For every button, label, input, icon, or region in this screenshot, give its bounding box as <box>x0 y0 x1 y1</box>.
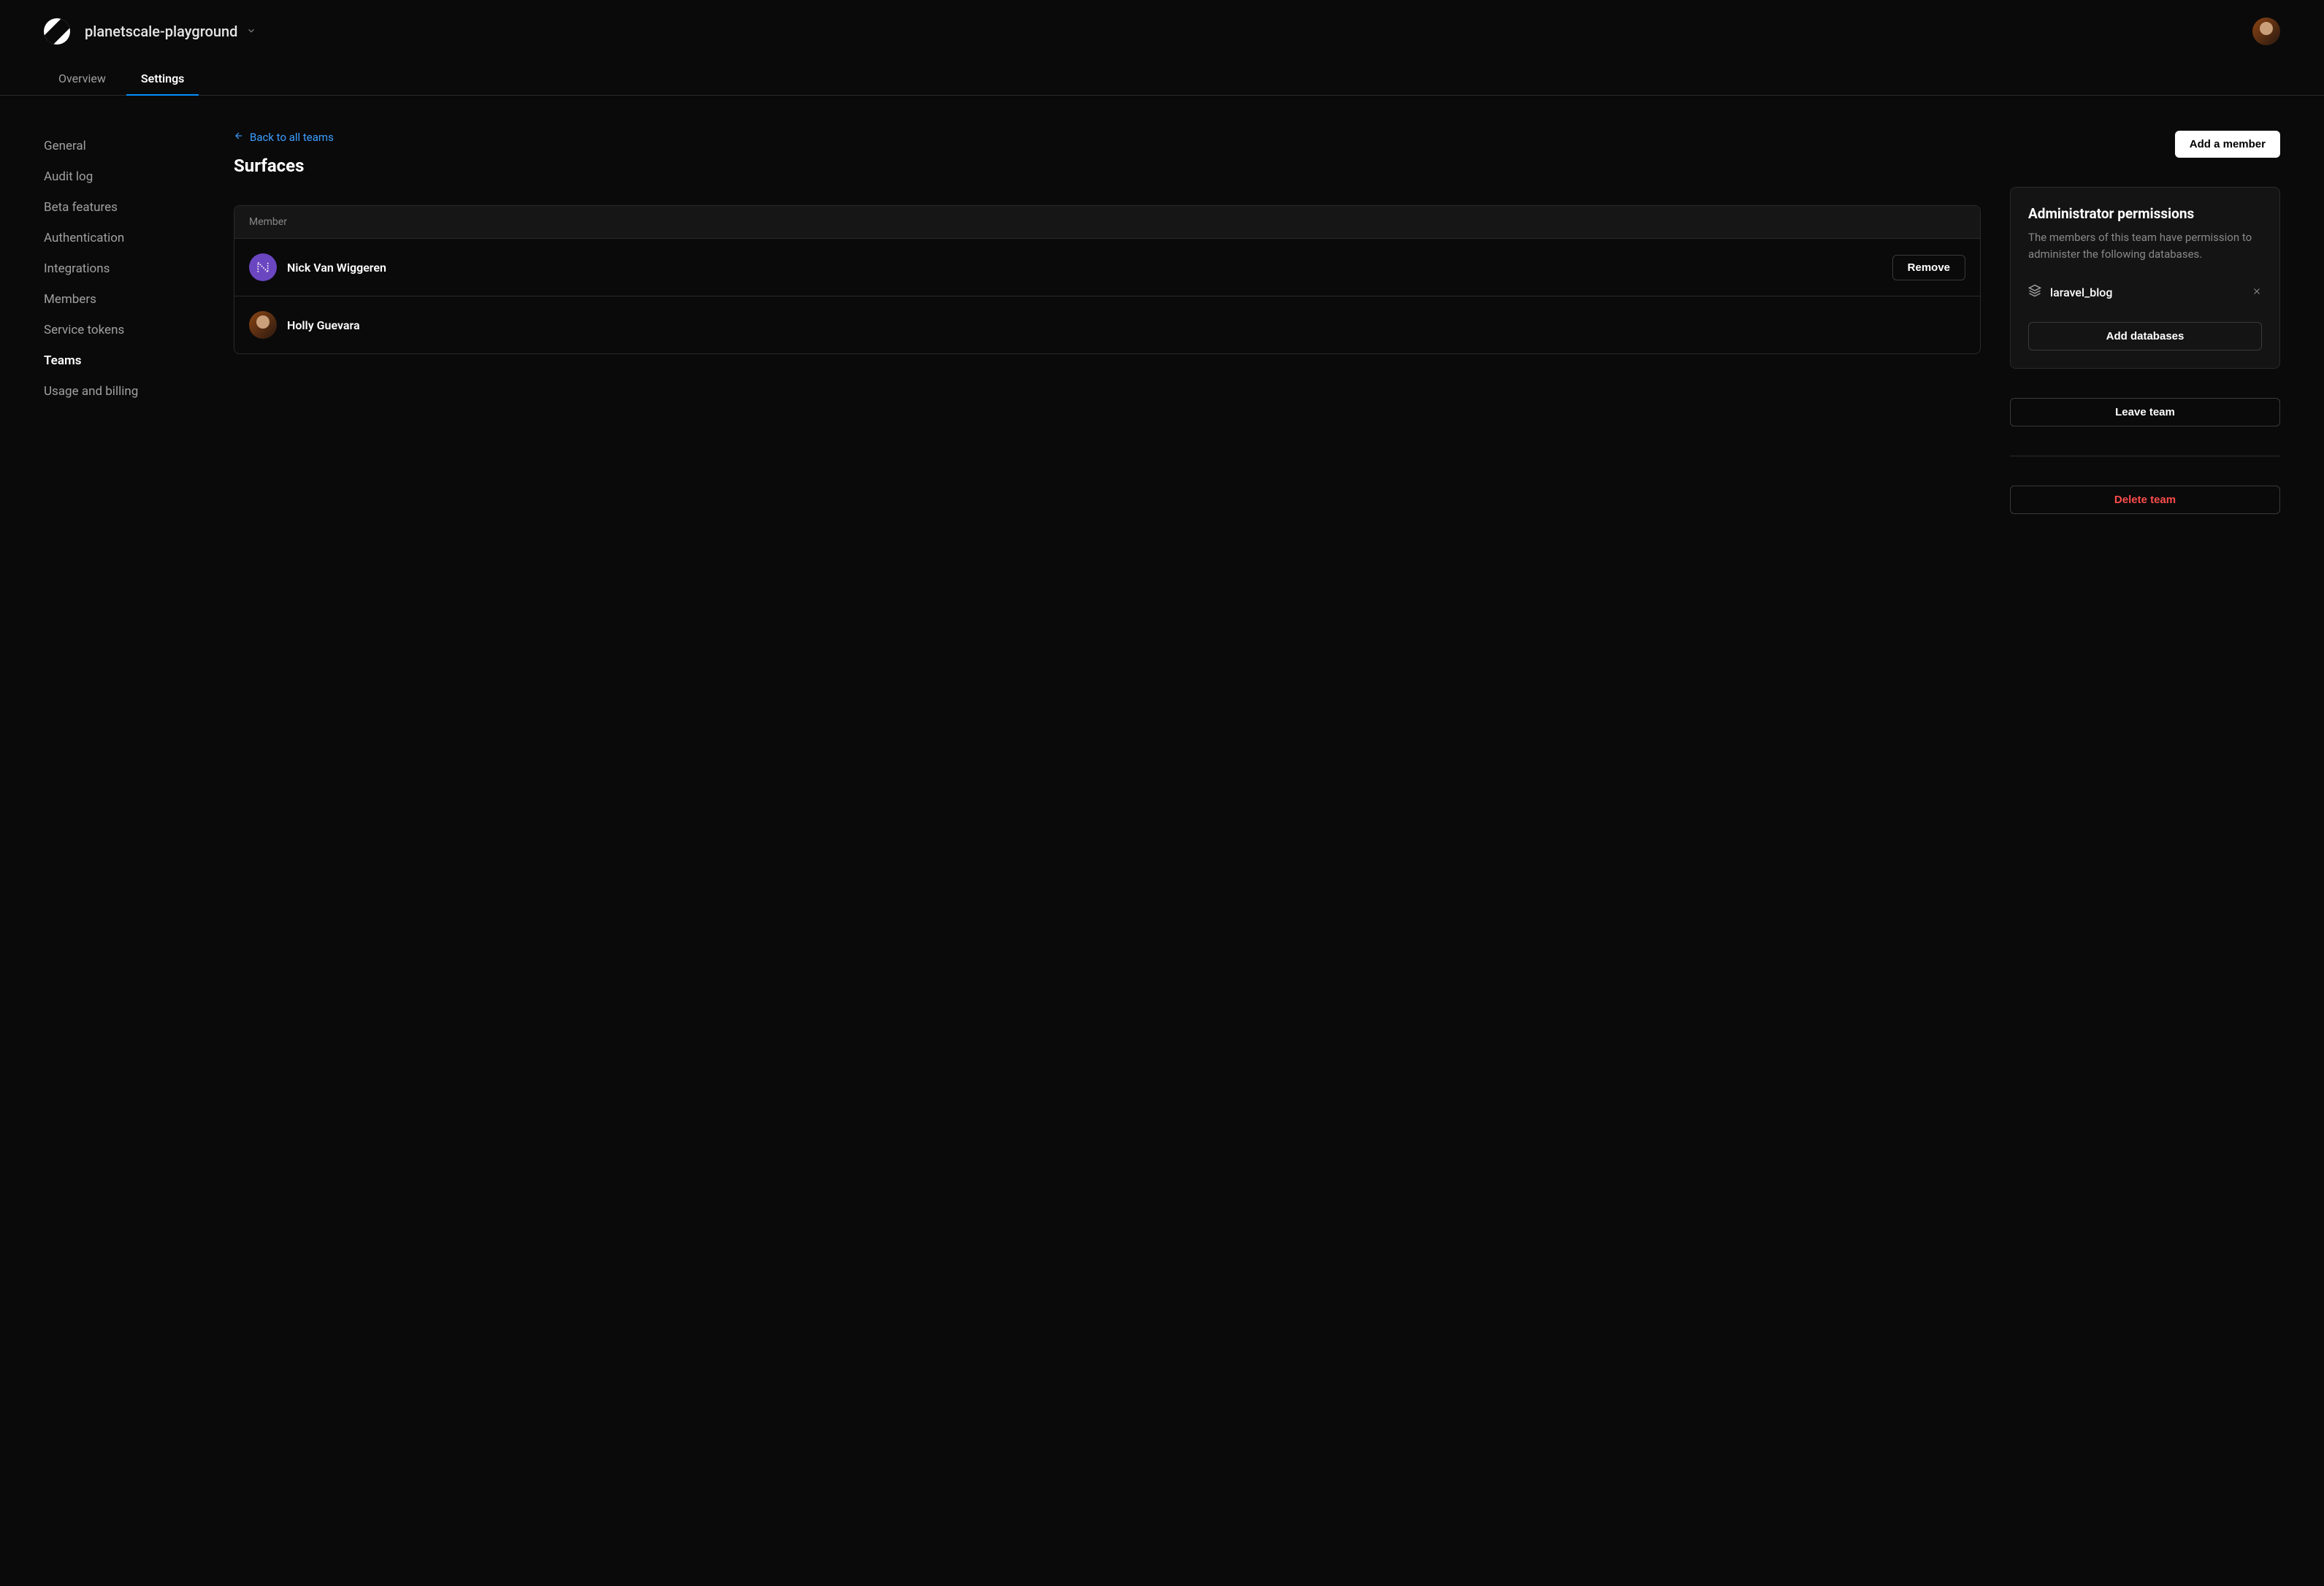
members-table-header: Member <box>234 206 1980 238</box>
sidebar-item-audit-log[interactable]: Audit log <box>44 161 190 192</box>
sidebar-item-teams[interactable]: Teams <box>44 345 190 376</box>
member-name: Holly Guevara <box>287 318 360 332</box>
sidebar-item-service-tokens[interactable]: Service tokens <box>44 315 190 345</box>
add-member-button[interactable]: Add a member <box>2175 131 2280 158</box>
back-link-label: Back to all teams <box>250 131 334 144</box>
remove-member-button[interactable]: Remove <box>1892 255 1965 280</box>
sidebar-item-usage-billing[interactable]: Usage and billing <box>44 376 190 407</box>
sidebar-item-authentication[interactable]: Authentication <box>44 223 190 253</box>
workspace-name: planetscale-playground <box>85 23 237 40</box>
database-item: laravel_blog <box>2028 280 2262 304</box>
back-to-teams-link[interactable]: Back to all teams <box>234 131 1981 144</box>
page-title: Surfaces <box>234 156 304 176</box>
main-tabs: Overview Settings <box>0 45 2324 96</box>
sidebar-item-beta-features[interactable]: Beta features <box>44 192 190 223</box>
member-row: Nick Van Wiggeren Remove <box>234 238 1980 296</box>
tab-overview[interactable]: Overview <box>44 63 121 96</box>
tab-settings[interactable]: Settings <box>126 63 199 96</box>
chevron-down-icon <box>246 25 256 39</box>
permissions-title: Administrator permissions <box>2028 205 2262 222</box>
delete-team-button[interactable]: Delete team <box>2010 486 2280 514</box>
permissions-description: The members of this team have permission… <box>2028 229 2262 262</box>
database-icon <box>2028 284 2041 300</box>
user-avatar[interactable] <box>2252 18 2280 45</box>
arrow-left-icon <box>234 131 244 144</box>
member-row: Holly Guevara <box>234 296 1980 353</box>
member-avatar <box>249 311 277 339</box>
database-name: laravel_blog <box>2050 286 2112 299</box>
member-avatar <box>249 253 277 281</box>
remove-database-button[interactable] <box>2252 286 2262 299</box>
member-name: Nick Van Wiggeren <box>287 261 386 275</box>
sidebar-item-general[interactable]: General <box>44 131 190 161</box>
workspace-selector[interactable]: planetscale-playground <box>85 23 256 40</box>
add-databases-button[interactable]: Add databases <box>2028 322 2262 350</box>
sidebar-item-members[interactable]: Members <box>44 284 190 315</box>
planetscale-logo[interactable] <box>44 18 70 45</box>
settings-sidebar: General Audit log Beta features Authenti… <box>44 131 190 514</box>
leave-team-button[interactable]: Leave team <box>2010 398 2280 426</box>
permissions-card: Administrator permissions The members of… <box>2010 187 2280 369</box>
sidebar-item-integrations[interactable]: Integrations <box>44 253 190 284</box>
members-table: Member Nick Van Wiggeren Remove <box>234 205 1981 354</box>
